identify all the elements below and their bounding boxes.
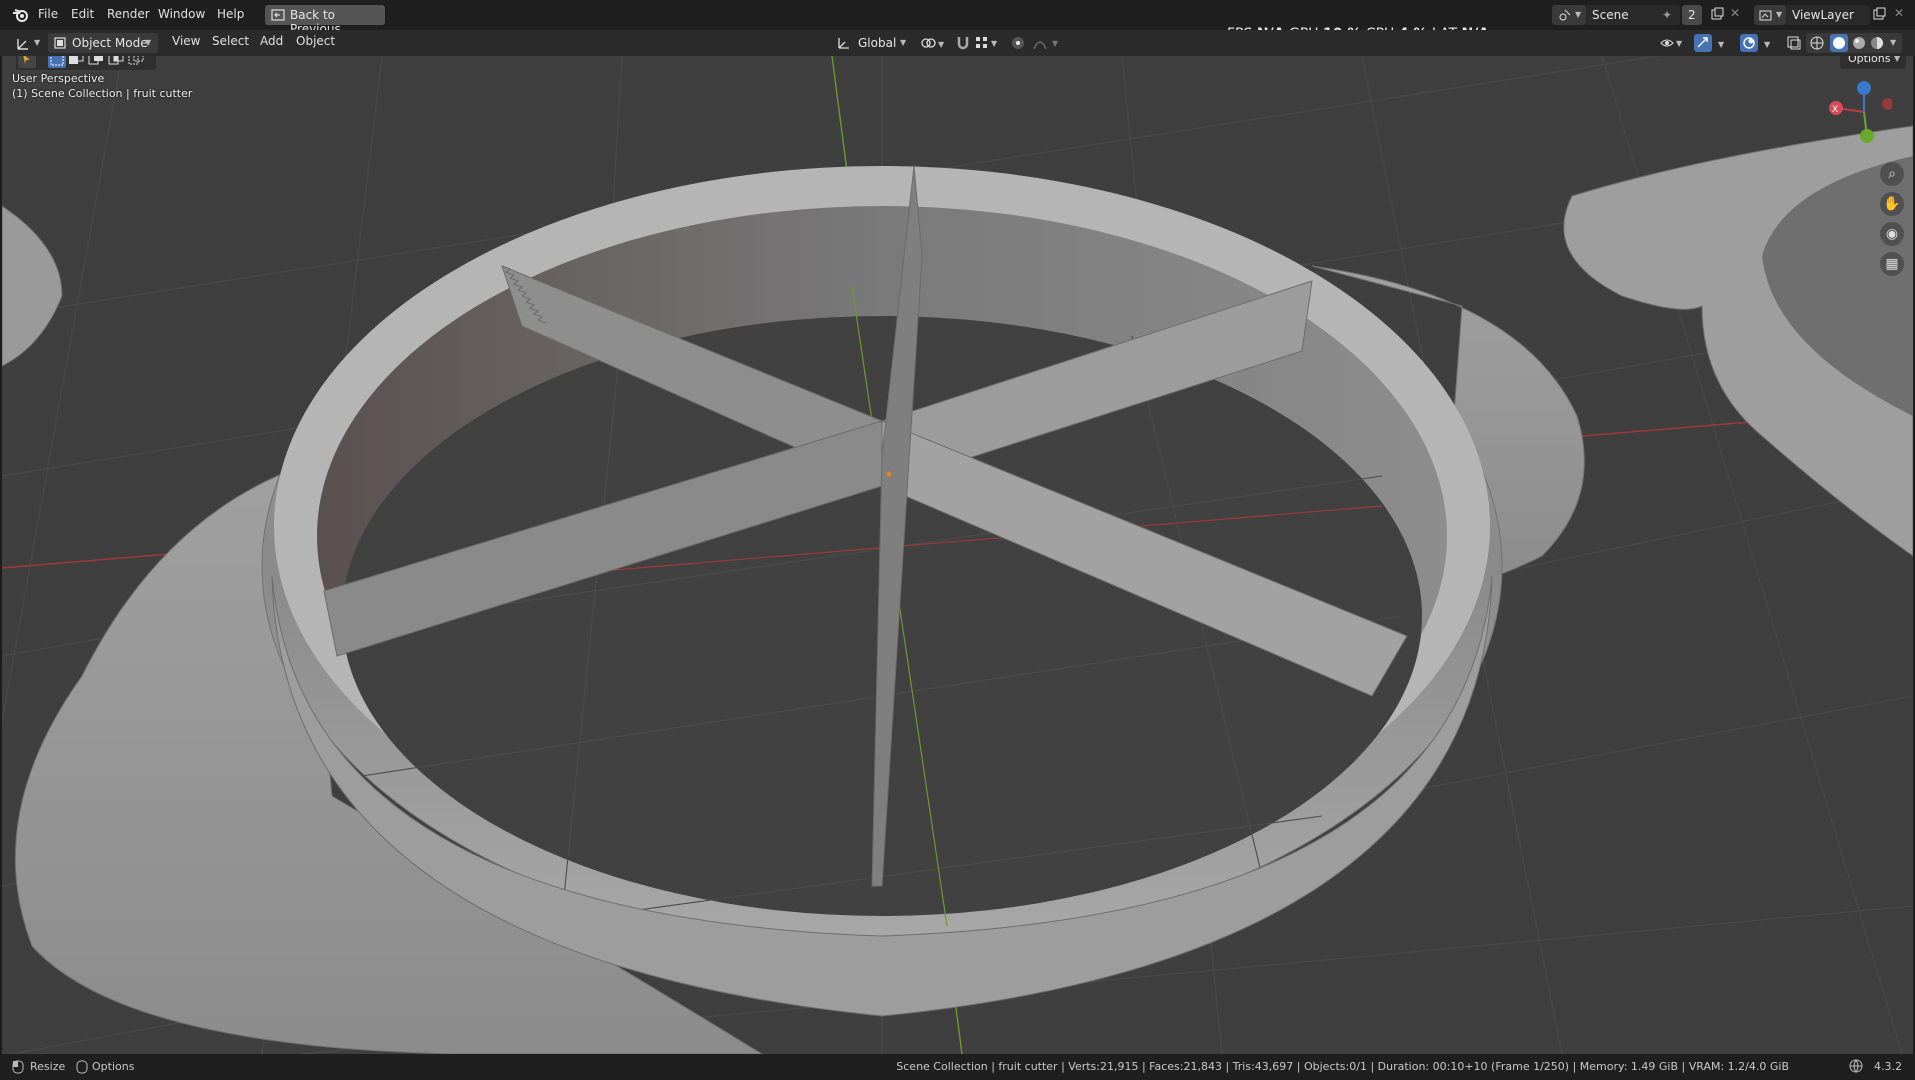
version-label: 4.3.2 [1874, 1060, 1902, 1073]
svg-text:▼: ▼ [1676, 39, 1683, 48]
back-icon [271, 8, 285, 25]
solid-shading-icon[interactable] [1830, 34, 1848, 55]
menu-object[interactable]: Object [296, 34, 335, 48]
status-options-label: Options [92, 1060, 135, 1073]
hand-pan-icon[interactable]: ✋ [1880, 192, 1904, 216]
delete-scene-icon[interactable]: ✕ [1730, 6, 1740, 20]
pin-icon[interactable]: ✦ [1662, 8, 1672, 22]
back-to-previous-button[interactable]: Back to Previous [265, 5, 385, 36]
transform-orientation-dropdown[interactable]: Global ▼ [832, 33, 912, 53]
select-box-new-icon[interactable] [48, 56, 66, 71]
select-box-extend-icon[interactable] [68, 56, 84, 70]
mode-dropdown[interactable]: Object Mode ▼ [48, 33, 158, 53]
menu-window[interactable]: Window [158, 7, 205, 21]
scene-name: Scene [1592, 8, 1629, 22]
options-dropdown[interactable]: Options ▼ [1840, 56, 1906, 69]
active-collection-label: (1) Scene Collection | fruit cutter [12, 87, 193, 100]
snap-toggle-icon[interactable] [955, 34, 971, 55]
xray-toggle-icon[interactable] [1786, 35, 1802, 54]
view-layer-icon [1759, 8, 1773, 25]
svg-text:▼: ▼ [1764, 40, 1771, 49]
delete-view-layer-icon[interactable]: ✕ [1894, 6, 1904, 20]
chevron-down-icon: ▼ [1575, 10, 1582, 19]
scene-user-count[interactable]: 2 [1682, 5, 1702, 25]
shading-mode-group: ▼ [1806, 33, 1902, 53]
view-layer-type-button[interactable]: ▼ [1754, 5, 1786, 25]
snap-target-icon[interactable]: ▼ [975, 35, 1001, 54]
mode-label: Object Mode [72, 36, 148, 50]
view-layer-name-field[interactable]: ViewLayer [1786, 5, 1870, 25]
proportional-edit-icon[interactable] [1010, 35, 1026, 54]
scene-count-label: 2 [1688, 8, 1696, 22]
select-tool-group [16, 56, 156, 70]
select-box-intersect-icon[interactable] [108, 56, 124, 70]
new-view-layer-icon[interactable] [1872, 7, 1886, 24]
menu-render[interactable]: Render [107, 7, 150, 21]
scene-name-field[interactable]: Scene ✦ [1586, 5, 1680, 25]
falloff-icon[interactable]: ▼ [1032, 35, 1062, 54]
chevron-down-icon: ▼ [34, 38, 41, 47]
chevron-down-icon: ▼ [1776, 10, 1783, 19]
navigation-gizmo[interactable]: X [1812, 74, 1892, 154]
chevron-down-icon: ▼ [900, 38, 907, 47]
editor-type-button[interactable]: ▼ [12, 33, 42, 53]
status-bar: Resize Options Scene Collection | fruit … [0, 1054, 1915, 1080]
tweak-tool-icon[interactable] [18, 56, 36, 71]
menu-add[interactable]: Add [260, 34, 283, 48]
material-shading-icon[interactable] [1852, 36, 1866, 53]
gizmo-y-axis[interactable] [1860, 129, 1874, 143]
editor-type-icon [16, 35, 32, 54]
wireframe-shading-icon[interactable] [1810, 36, 1824, 53]
3d-viewport[interactable]: User Perspective (1) Scene Collection | … [2, 56, 1913, 1054]
object-origin [886, 471, 892, 477]
zoom-icon[interactable]: ⌕ [1880, 162, 1904, 186]
scene-type-button[interactable]: ▼ [1552, 5, 1586, 25]
object-mode-icon [53, 36, 67, 53]
select-box-invert-icon[interactable] [128, 56, 144, 70]
rendered-shading-icon[interactable] [1870, 36, 1884, 53]
grid-icon[interactable]: ▦ [1880, 252, 1904, 276]
svg-text:▼: ▼ [938, 40, 945, 49]
scene-icon [1558, 8, 1572, 25]
status-resize-label: Resize [30, 1060, 66, 1073]
viewport-scene[interactable] [2, 56, 1913, 1054]
network-globe-icon[interactable] [1849, 1059, 1863, 1076]
gizmo-z-axis[interactable] [1857, 81, 1871, 95]
gizmo-neg-x-axis[interactable] [1882, 98, 1892, 110]
orientation-label: Global [858, 36, 897, 50]
svg-text:X: X [1832, 105, 1838, 115]
menu-file[interactable]: File [38, 7, 58, 21]
new-scene-icon[interactable] [1710, 7, 1724, 24]
top-menu-bar: File Edit Render Window Help Back to Pre… [0, 0, 1915, 42]
overlay-toggle-icon[interactable]: ▼ [1740, 33, 1780, 56]
view-layer-name: ViewLayer [1792, 8, 1854, 22]
visibility-icon[interactable]: ▼ [1660, 35, 1686, 54]
chevron-down-icon: ▼ [145, 38, 152, 47]
scene-statistics: Scene Collection | fruit cutter | Verts:… [896, 1060, 1789, 1073]
select-box-subtract-icon[interactable] [88, 56, 104, 70]
mouse-right-icon [76, 1060, 88, 1077]
mouse-left-icon [12, 1060, 24, 1077]
chevron-down-icon: ▼ [1894, 56, 1901, 63]
menu-edit[interactable]: Edit [71, 7, 94, 21]
orientation-icon [836, 35, 852, 54]
blender-logo-icon[interactable] [12, 7, 30, 26]
view-perspective-label: User Perspective [12, 72, 105, 85]
svg-text:▼: ▼ [1052, 39, 1059, 48]
gizmo-toggle-icon[interactable]: ▼ [1694, 33, 1734, 56]
pivot-point-icon[interactable]: ▼ [920, 35, 946, 54]
viewport-header: ▼ Object Mode ▼ View Select Add Object G… [0, 30, 1915, 56]
svg-text:▼: ▼ [1718, 40, 1725, 49]
left-partial-object [2, 205, 63, 367]
camera-icon[interactable]: ◉ [1880, 222, 1904, 246]
menu-view[interactable]: View [172, 34, 200, 48]
svg-text:▼: ▼ [991, 39, 998, 48]
menu-select[interactable]: Select [212, 34, 249, 48]
options-label: Options [1848, 56, 1891, 65]
menu-help[interactable]: Help [217, 7, 244, 21]
chevron-down-icon: ▼ [1890, 38, 1897, 47]
